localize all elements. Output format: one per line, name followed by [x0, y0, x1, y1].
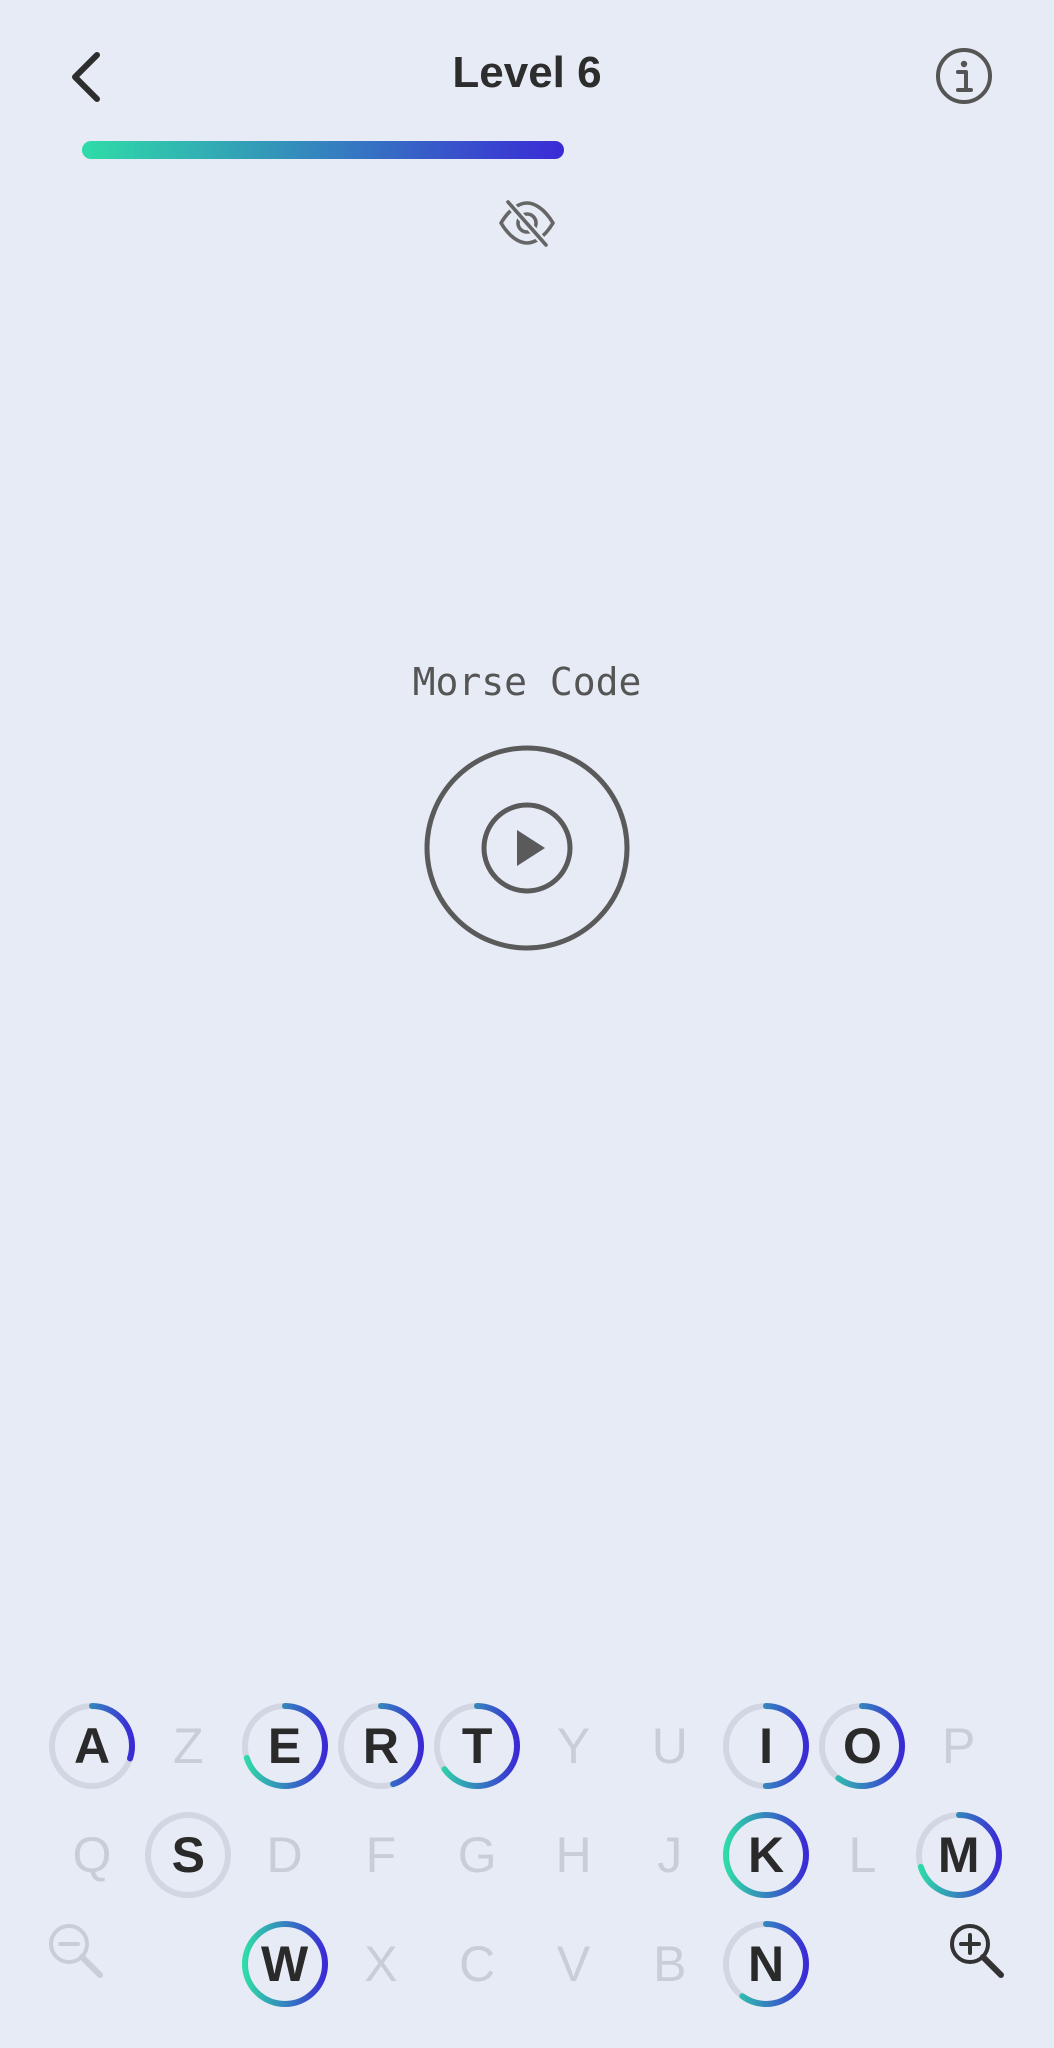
key-b[interactable]: B: [624, 1918, 716, 2010]
key-label: S: [171, 1827, 205, 1883]
key-label: K: [748, 1827, 785, 1883]
key-e[interactable]: E: [239, 1700, 331, 1792]
key-m[interactable]: M: [913, 1809, 1005, 1901]
key-z[interactable]: Z: [142, 1700, 234, 1792]
back-button[interactable]: [60, 45, 114, 109]
level-progress-fill: [82, 141, 564, 159]
key-label: M: [937, 1827, 980, 1883]
key-w[interactable]: W: [239, 1918, 331, 2010]
key-o[interactable]: O: [816, 1700, 908, 1792]
key-s[interactable]: S: [142, 1809, 234, 1901]
key-label: E: [267, 1718, 302, 1774]
key-label: X: [364, 1936, 398, 1992]
zoom-out-button: [45, 1920, 107, 1982]
key-l[interactable]: L: [816, 1809, 908, 1901]
key-label: N: [748, 1936, 785, 1992]
key-c[interactable]: C: [431, 1918, 523, 2010]
zoom-out-icon: [49, 1924, 103, 1978]
key-x[interactable]: X: [335, 1918, 427, 2010]
key-label: H: [555, 1827, 592, 1883]
key-label: B: [653, 1936, 687, 1992]
key-label: W: [260, 1936, 309, 1992]
key-d[interactable]: D: [239, 1809, 331, 1901]
key-label: O: [842, 1718, 882, 1774]
toggle-visibility-button[interactable]: [496, 196, 558, 250]
key-label: Q: [72, 1827, 112, 1883]
key-label: Y: [556, 1718, 591, 1774]
info-icon: [936, 48, 992, 104]
chevron-left-icon: [72, 52, 100, 102]
key-label: C: [459, 1936, 496, 1992]
key-k[interactable]: K: [720, 1809, 812, 1901]
key-label: L: [848, 1827, 877, 1883]
key-label: F: [365, 1827, 397, 1883]
key-label: I: [759, 1718, 774, 1774]
key-label: V: [556, 1936, 591, 1992]
level-progress-bar: [82, 141, 1046, 159]
key-h[interactable]: H: [528, 1809, 620, 1901]
key-label: P: [942, 1718, 976, 1774]
key-label: U: [651, 1718, 688, 1774]
key-f[interactable]: F: [335, 1809, 427, 1901]
key-n[interactable]: N: [720, 1918, 812, 2010]
play-icon: [424, 745, 630, 951]
info-button[interactable]: [934, 46, 994, 106]
zoom-in-button[interactable]: [946, 1920, 1008, 1982]
page-title: Level 6: [452, 48, 602, 97]
key-q[interactable]: Q: [46, 1809, 138, 1901]
key-label: D: [266, 1827, 303, 1883]
key-label: T: [461, 1718, 493, 1774]
key-v[interactable]: V: [528, 1918, 620, 2010]
key-label: G: [457, 1827, 497, 1883]
key-j[interactable]: J: [624, 1809, 716, 1901]
mode-label: Morse Code: [412, 660, 642, 704]
key-g[interactable]: G: [431, 1809, 523, 1901]
key-label: J: [657, 1827, 683, 1883]
key-y[interactable]: Y: [528, 1700, 620, 1792]
key-label: A: [73, 1718, 111, 1774]
key-label: R: [362, 1718, 399, 1774]
key-i[interactable]: I: [720, 1700, 812, 1792]
eye-off-icon: [499, 199, 555, 248]
key-u[interactable]: U: [624, 1700, 716, 1792]
key-t[interactable]: T: [431, 1700, 523, 1792]
key-label: Z: [173, 1718, 204, 1774]
zoom-in-icon: [950, 1924, 1004, 1978]
key-a[interactable]: A: [46, 1700, 138, 1792]
play-morse-button[interactable]: [423, 744, 631, 952]
key-r[interactable]: R: [335, 1700, 427, 1792]
key-p[interactable]: P: [913, 1700, 1005, 1792]
